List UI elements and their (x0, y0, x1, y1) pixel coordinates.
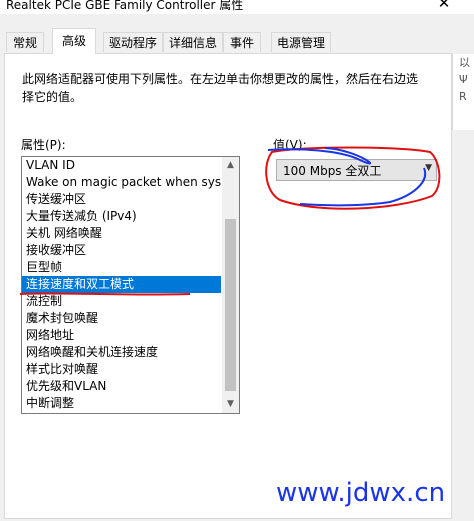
property-item[interactable]: 关机 网络唤醒 (22, 225, 221, 242)
chevron-down-icon[interactable]: ▼ (425, 163, 432, 173)
property-item[interactable]: 网络地址 (22, 327, 221, 344)
value-dropdown[interactable]: 100 Mbps 全双工 ▼ (276, 159, 437, 181)
panel-description: 此网络适配器可使用下列属性。在左边单击你想更改的属性，然后在右边选择它的值。 (22, 72, 419, 104)
tab-events[interactable]: 事件 (223, 32, 261, 52)
window-title: Realtek PCIe GBE Family Controller 属性 (6, 0, 244, 12)
property-item[interactable]: 样式比对唤醒 (22, 361, 221, 378)
property-item[interactable]: Wake on magic packet when syst (22, 174, 221, 191)
property-item[interactable]: 魔术封包唤醒 (22, 310, 221, 327)
background-window-peek: 以 Ψ R (452, 54, 474, 130)
site-watermark: www.jdwx.cn (276, 478, 446, 508)
value-selected: 100 Mbps 全双工 (283, 164, 382, 178)
tab-details[interactable]: 详细信息 (163, 32, 223, 52)
peek-text-1: 以 (459, 56, 470, 69)
tab-driver[interactable]: 驱动程序 (103, 32, 163, 52)
tab-power-management[interactable]: 电源管理 (271, 32, 331, 52)
title-bar: Realtek PCIe GBE Family Controller 属性 ✕ (0, 0, 474, 14)
property-item[interactable]: 接收缓冲区 (22, 242, 221, 259)
property-list: VLAN ID Wake on magic packet when syst 传送缓… (22, 157, 221, 412)
property-item[interactable]: 连接速度和双工模式 (22, 276, 221, 293)
property-item[interactable]: 网络唤醒和关机连接速度 (22, 344, 221, 361)
property-item[interactable]: 传送缓冲区 (22, 191, 221, 208)
property-item[interactable]: 流控制 (22, 293, 221, 310)
value-label: 值(V): (273, 138, 307, 152)
scroll-down-icon[interactable]: ▼ (222, 396, 239, 413)
close-icon[interactable]: ✕ (432, 0, 456, 12)
property-item[interactable]: 巨型帧 (22, 259, 221, 276)
property-listbox[interactable]: VLAN ID Wake on magic packet when syst 传送缓… (21, 156, 240, 414)
tab-general[interactable]: 常规 (6, 32, 44, 52)
tab-advanced[interactable]: 高级 (52, 28, 96, 54)
scroll-up-icon[interactable]: ▲ (222, 157, 239, 174)
property-item[interactable]: 优先级和VLAN (22, 378, 221, 395)
peek-text-2: Ψ (459, 73, 468, 86)
property-item[interactable]: 大量传送减负 (IPv4) (22, 208, 221, 225)
listbox-scrollbar[interactable]: ▲ ▼ (222, 157, 239, 413)
property-item[interactable]: VLAN ID (22, 157, 221, 174)
peek-text-3: R (459, 90, 467, 103)
property-label: 属性(P): (21, 138, 66, 152)
property-item[interactable]: 中断调整 (22, 395, 221, 412)
scroll-thumb[interactable] (225, 219, 236, 391)
tab-strip: 常规 高级 驱动程序 详细信息 事件 电源管理 (0, 14, 474, 54)
advanced-panel: 此网络适配器可使用下列属性。在左边单击你想更改的属性，然后在右边选择它的值。 属… (4, 53, 452, 519)
